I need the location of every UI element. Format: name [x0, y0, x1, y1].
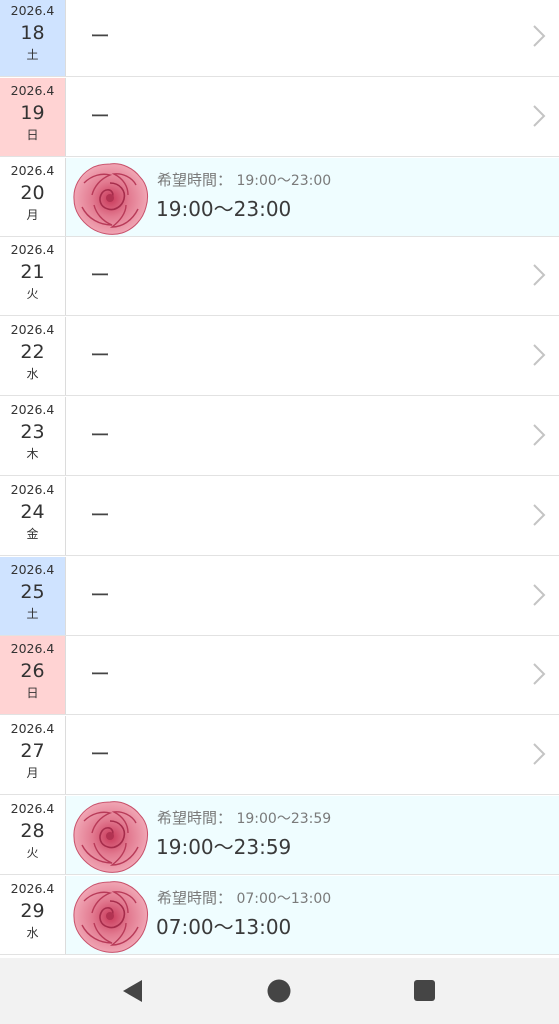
day-of-week: 月	[26, 766, 39, 781]
chevron-right-icon	[533, 264, 546, 287]
schedule-row[interactable]: 2026.4 22 水 ー	[0, 317, 559, 397]
chevron-right-icon	[533, 743, 546, 765]
back-triangle-icon[interactable]	[120, 978, 146, 1004]
preferred-time-value: 07:00〜13:00	[236, 890, 332, 907]
year-month: 2026.4	[10, 242, 55, 258]
year-month: 2026.4	[10, 3, 55, 18]
year-month: 2026.4	[10, 721, 55, 737]
rose-icon	[73, 162, 149, 235]
shift-time: 07:00〜13:00	[156, 914, 292, 939]
recents-square-icon[interactable]	[412, 978, 438, 1004]
year-month: 2026.4	[10, 481, 55, 497]
preferred-time-label: 希望時間：	[157, 170, 233, 189]
date-cell: 2026.4 28 火	[0, 796, 66, 874]
shift-time: 19:00〜23:59	[156, 835, 292, 859]
rose-icon	[73, 801, 149, 873]
chevron-right-icon	[533, 424, 546, 446]
day-of-week: 土	[26, 606, 39, 621]
home-circle-icon[interactable]	[266, 978, 292, 1004]
no-shift-dash: ー	[90, 263, 110, 288]
day-of-week: 金	[26, 526, 39, 541]
preferred-time-label: 希望時間：	[157, 809, 233, 827]
date-cell: 2026.4 22 水	[0, 317, 66, 396]
day-of-week: 火	[26, 846, 39, 860]
chevron-right-icon	[533, 105, 546, 127]
day-number: 21	[20, 261, 45, 284]
year-month: 2026.4	[10, 561, 55, 577]
day-of-week: 火	[26, 287, 39, 302]
preferred-time: 希望時間： 07:00〜13:00	[157, 890, 331, 907]
date-cell: 2026.4 21 火	[0, 237, 66, 316]
no-shift-dash: ー	[90, 343, 110, 368]
date-cell: 2026.4 19 日	[0, 77, 66, 156]
no-shift-dash: ー	[90, 423, 110, 447]
system-navigation-bar	[0, 958, 559, 1024]
day-number: 28	[20, 820, 45, 842]
day-number: 24	[20, 500, 45, 523]
day-number: 26	[20, 660, 45, 683]
schedule-row[interactable]: 2026.4 19 日 ー	[0, 77, 559, 157]
day-of-week: 水	[26, 367, 39, 382]
day-number: 29	[20, 899, 45, 922]
schedule-row[interactable]: 2026.4 29 水希望時間： 07:00〜13:00 07:00〜13:00	[0, 875, 559, 955]
year-month: 2026.4	[10, 82, 55, 98]
schedule-row[interactable]: 2026.4 20 月希望時間： 19:00〜23:00 19:00〜23:00	[0, 157, 559, 237]
day-of-week: 水	[26, 925, 39, 940]
preferred-time: 希望時間： 19:00〜23:59	[157, 810, 331, 827]
day-number: 18	[20, 22, 45, 44]
schedule-row[interactable]: 2026.4 28 火希望時間： 19:00〜23:59 19:00〜23:59	[0, 796, 559, 875]
schedule-row[interactable]: 2026.4 18 土 ー	[0, 0, 559, 77]
day-of-week: 木	[26, 447, 39, 461]
day-of-week: 月	[26, 207, 39, 222]
schedule-row[interactable]: 2026.4 26 日 ー	[0, 636, 559, 716]
year-month: 2026.4	[10, 322, 55, 338]
preferred-time-value: 19:00〜23:00	[236, 172, 332, 189]
shift-time: 19:00〜23:00	[156, 196, 292, 221]
year-month: 2026.4	[10, 162, 55, 178]
chevron-right-icon	[533, 25, 546, 47]
date-cell: 2026.4 25 土	[0, 556, 66, 635]
shift-list: 2026.4 18 土ー 2026.4 19 日ー 2026.4 20 月希望時間： 19:00…	[0, 0, 559, 958]
chevron-right-icon	[533, 344, 546, 366]
day-number: 20	[20, 181, 45, 204]
schedule-row[interactable]: 2026.4 21 火 ー	[0, 237, 559, 317]
date-cell: 2026.4 18 土	[0, 0, 66, 76]
day-number: 22	[20, 341, 45, 364]
no-shift-dash: ー	[90, 582, 110, 607]
preferred-time: 希望時間： 19:00〜23:00	[157, 172, 331, 189]
schedule-row[interactable]: 2026.4 25 土 ー	[0, 556, 559, 636]
chevron-right-icon	[533, 583, 546, 606]
date-cell: 2026.4 29 水	[0, 875, 66, 954]
year-month: 2026.4	[10, 641, 55, 657]
schedule-row[interactable]: 2026.4 24 金 ー	[0, 476, 559, 556]
rose-icon	[73, 880, 149, 953]
day-of-week: 日	[26, 127, 39, 142]
chevron-right-icon	[533, 504, 546, 526]
no-shift-dash: ー	[90, 103, 110, 128]
date-cell: 2026.4 20 月	[0, 157, 66, 236]
no-shift-dash: ー	[90, 742, 110, 767]
schedule-row[interactable]: 2026.4 23 木 ー	[0, 397, 559, 476]
preferred-time-value: 19:00〜23:59	[236, 811, 332, 827]
day-number: 25	[20, 580, 45, 603]
day-number: 23	[20, 421, 45, 443]
chevron-right-icon	[533, 663, 546, 686]
no-shift-dash: ー	[90, 502, 110, 527]
date-cell: 2026.4 26 日	[0, 636, 66, 715]
date-cell: 2026.4 27 月	[0, 716, 66, 795]
date-cell: 2026.4 24 金	[0, 476, 66, 555]
date-cell: 2026.4 23 木	[0, 397, 66, 475]
no-shift-dash: ー	[90, 662, 110, 687]
year-month: 2026.4	[10, 880, 55, 896]
year-month: 2026.4	[10, 402, 55, 417]
day-of-week: 日	[26, 686, 39, 701]
year-month: 2026.4	[10, 801, 55, 816]
schedule-row[interactable]: 2026.4 27 月 ー	[0, 716, 559, 796]
no-shift-dash: ー	[90, 24, 110, 48]
day-number: 27	[20, 740, 45, 763]
day-of-week: 土	[26, 48, 39, 62]
preferred-time-label: 希望時間：	[157, 888, 233, 907]
day-number: 19	[20, 101, 45, 124]
